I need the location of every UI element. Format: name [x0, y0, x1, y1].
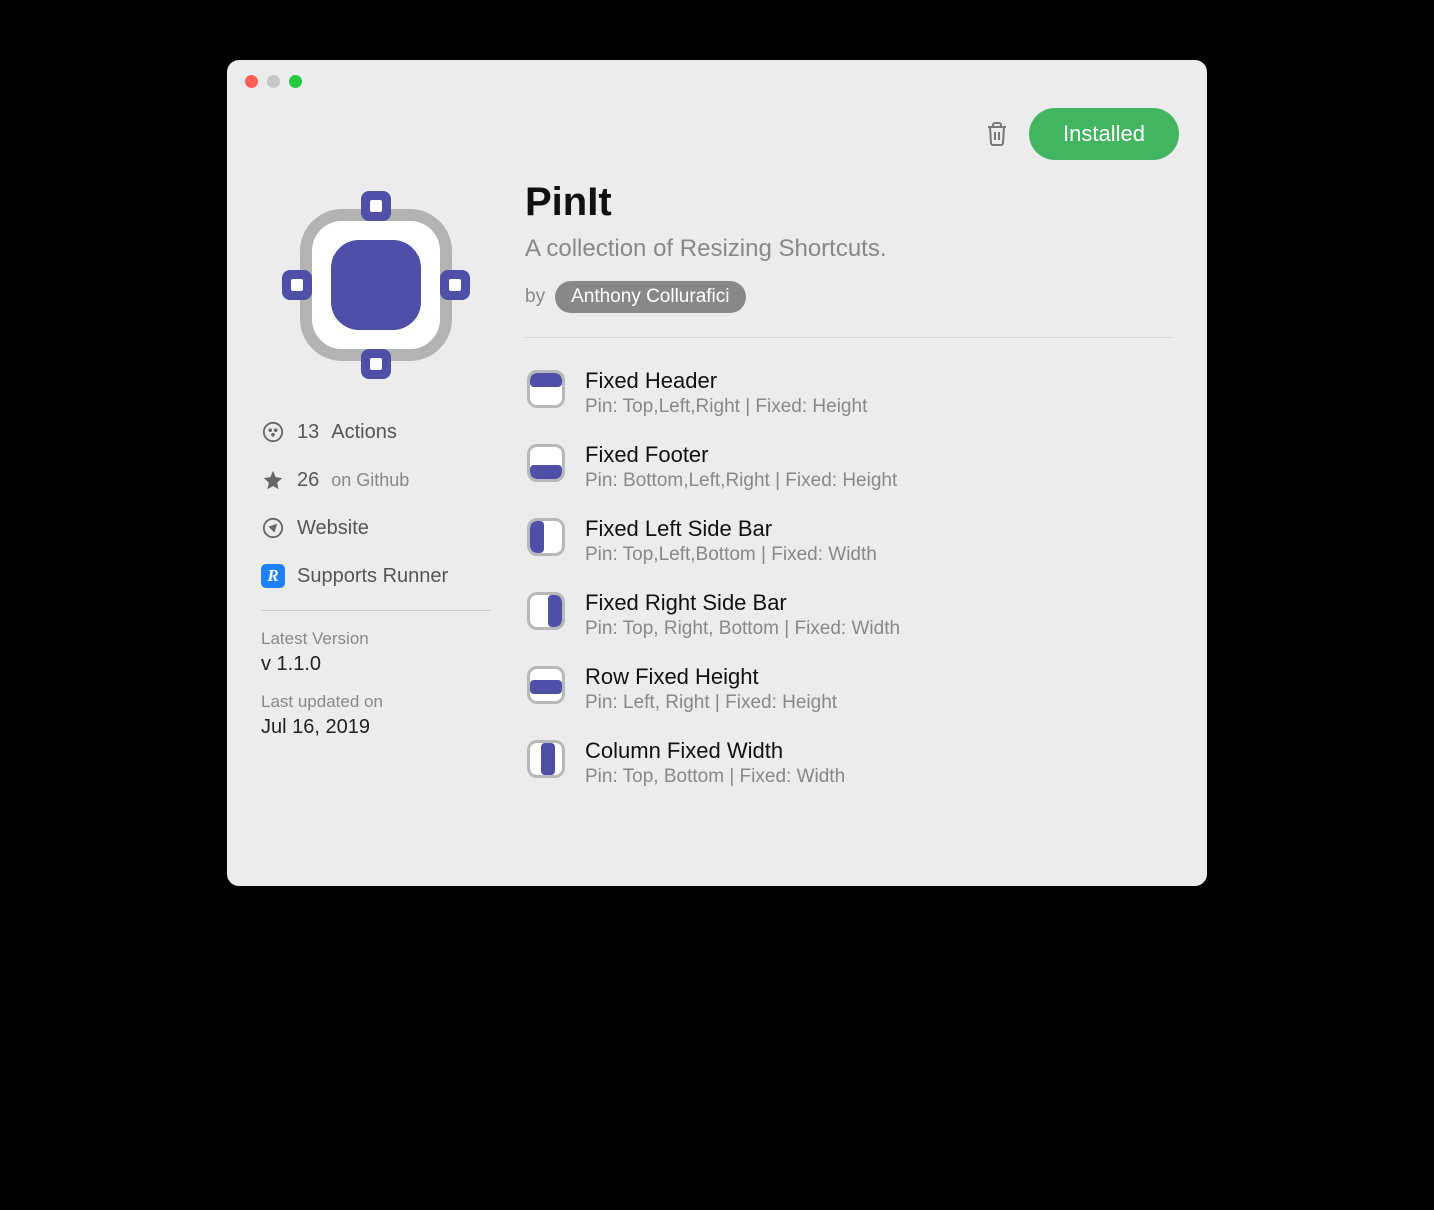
actions-count-label: Actions — [331, 421, 397, 444]
action-title: Fixed Header — [585, 368, 867, 394]
last-updated-label: Last updated on — [261, 692, 491, 712]
main: PinIt A collection of Resizing Shortcuts… — [525, 180, 1173, 886]
sidebar: 13 Actions 26 on Github Website R Suppor… — [261, 180, 491, 886]
traffic-lights — [245, 75, 302, 88]
star-icon — [261, 468, 285, 492]
content: 13 Actions 26 on Github Website R Suppor… — [227, 160, 1207, 886]
installed-button[interactable]: Installed — [1029, 108, 1179, 160]
action-title: Fixed Footer — [585, 442, 897, 468]
supports-runner-row: R Supports Runner — [261, 552, 491, 600]
website-link[interactable]: Website — [261, 504, 491, 552]
action-item[interactable]: Row Fixed HeightPin: Left, Right | Fixed… — [525, 652, 1173, 726]
action-text: Fixed Right Side BarPin: Top, Right, Bot… — [585, 590, 900, 640]
action-desc: Pin: Top, Bottom | Fixed: Width — [585, 766, 845, 788]
plugin-title: PinIt — [525, 180, 1173, 225]
stars-count: 26 — [297, 469, 319, 492]
action-title: Column Fixed Width — [585, 738, 845, 764]
action-item[interactable]: Fixed HeaderPin: Top,Left,Right | Fixed:… — [525, 356, 1173, 430]
action-title: Fixed Right Side Bar — [585, 590, 900, 616]
plugin-app-icon — [271, 180, 481, 390]
action-desc: Pin: Top,Left,Bottom | Fixed: Width — [585, 544, 877, 566]
author-pill[interactable]: Anthony Collurafici — [555, 281, 745, 313]
last-updated-block: Last updated on Jul 16, 2019 — [261, 684, 491, 747]
action-icon-right — [525, 590, 567, 632]
github-stars-row[interactable]: 26 on Github — [261, 456, 491, 504]
main-divider — [525, 337, 1173, 338]
action-text: Fixed Left Side BarPin: Top,Left,Bottom … — [585, 516, 877, 566]
latest-version-label: Latest Version — [261, 629, 491, 649]
latest-version-block: Latest Version v 1.1.0 — [261, 621, 491, 684]
actions-count-row: 13 Actions — [261, 408, 491, 456]
last-updated-value: Jul 16, 2019 — [261, 716, 491, 739]
action-desc: Pin: Top, Right, Bottom | Fixed: Width — [585, 618, 900, 640]
action-icon-row — [525, 664, 567, 706]
plugin-description: A collection of Resizing Shortcuts. — [525, 235, 1173, 263]
action-icon-col — [525, 738, 567, 780]
action-icon-footer — [525, 442, 567, 484]
runner-icon: R — [261, 564, 285, 588]
action-text: Column Fixed WidthPin: Top, Bottom | Fix… — [585, 738, 845, 788]
action-item[interactable]: Fixed Left Side BarPin: Top,Left,Bottom … — [525, 504, 1173, 578]
website-label: Website — [297, 517, 369, 540]
minimize-window-button[interactable] — [267, 75, 280, 88]
action-item[interactable]: Fixed Right Side BarPin: Top, Right, Bot… — [525, 578, 1173, 652]
byline: by Anthony Collurafici — [525, 281, 1173, 313]
trash-icon — [985, 121, 1009, 147]
actions-list: Fixed HeaderPin: Top,Left,Right | Fixed:… — [525, 356, 1173, 886]
action-item[interactable]: Fixed FooterPin: Bottom,Left,Right | Fix… — [525, 430, 1173, 504]
action-title: Row Fixed Height — [585, 664, 837, 690]
action-text: Fixed HeaderPin: Top,Left,Right | Fixed:… — [585, 368, 867, 418]
action-title: Fixed Left Side Bar — [585, 516, 877, 542]
actions-count: 13 — [297, 421, 319, 444]
action-desc: Pin: Bottom,Left,Right | Fixed: Height — [585, 470, 897, 492]
compass-icon — [261, 516, 285, 540]
runner-label: Supports Runner — [297, 565, 448, 588]
sidebar-divider — [261, 610, 491, 611]
plugin-window: Installed — [227, 60, 1207, 886]
delete-button[interactable] — [983, 119, 1011, 149]
titlebar — [227, 60, 1207, 102]
stars-label: on Github — [331, 470, 409, 491]
action-text: Fixed FooterPin: Bottom,Left,Right | Fix… — [585, 442, 897, 492]
actions-icon — [261, 420, 285, 444]
action-text: Row Fixed HeightPin: Left, Right | Fixed… — [585, 664, 837, 714]
action-icon-left — [525, 516, 567, 558]
by-label: by — [525, 286, 545, 308]
latest-version-value: v 1.1.0 — [261, 653, 491, 676]
action-icon-header — [525, 368, 567, 410]
action-item[interactable]: Column Fixed WidthPin: Top, Bottom | Fix… — [525, 726, 1173, 800]
action-desc: Pin: Left, Right | Fixed: Height — [585, 692, 837, 714]
action-desc: Pin: Top,Left,Right | Fixed: Height — [585, 396, 867, 418]
toolbar: Installed — [227, 102, 1207, 160]
close-window-button[interactable] — [245, 75, 258, 88]
zoom-window-button[interactable] — [289, 75, 302, 88]
